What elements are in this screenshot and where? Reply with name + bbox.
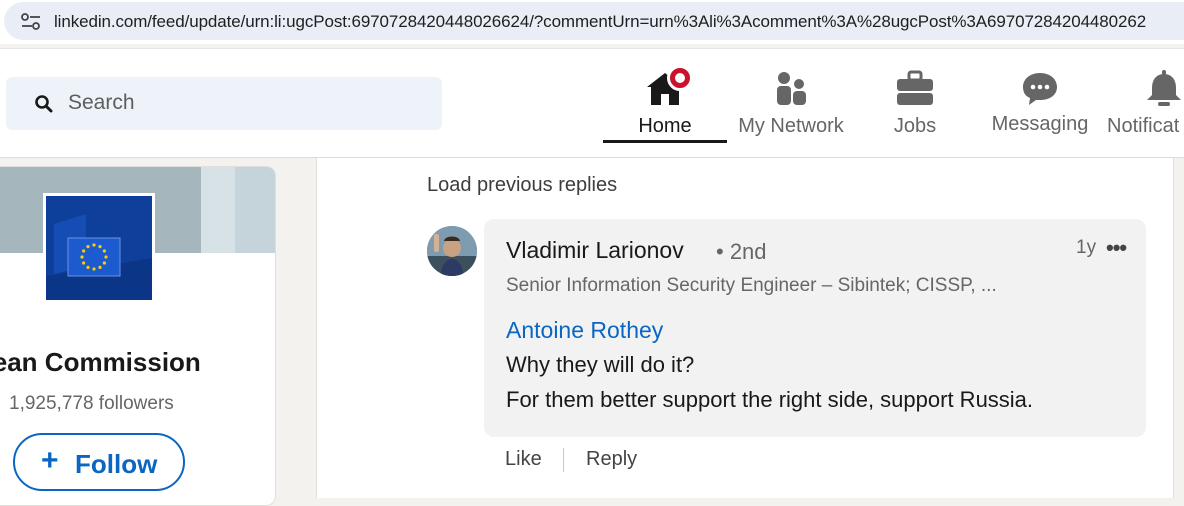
eu-star	[102, 249, 106, 253]
nav-jobs-label: Jobs	[893, 115, 937, 137]
comment-author[interactable]: Vladimir Larionov	[506, 237, 684, 264]
reply-button[interactable]: Reply	[586, 448, 637, 471]
eu-star	[80, 255, 84, 259]
bell-icon	[1147, 70, 1181, 106]
eu-star	[92, 243, 96, 247]
eu-star	[82, 261, 86, 265]
url-text[interactable]: linkedin.com/feed/update/urn:li:ugcPost:…	[54, 12, 1146, 32]
eu-star	[86, 265, 90, 269]
notification-badge	[667, 65, 693, 91]
connection-degree: • 2nd	[716, 239, 767, 264]
search-input[interactable]: Search	[6, 77, 442, 130]
eu-flag-icon	[46, 196, 152, 300]
like-button[interactable]: Like	[505, 448, 542, 471]
site-info-icon[interactable]	[20, 13, 42, 31]
nav-home[interactable]: Home	[603, 65, 727, 159]
comment-timestamp: 1y	[1076, 237, 1097, 258]
browser-url-bar: linkedin.com/feed/update/urn:li:ugcPost:…	[0, 0, 1184, 44]
search-placeholder: Search	[68, 91, 135, 114]
follow-button[interactable]: + Follow	[13, 433, 185, 491]
eu-star	[82, 249, 86, 253]
comment-bubble: Vladimir Larionov • 2nd 1y ••• Senior In…	[484, 219, 1146, 437]
organization-name[interactable]: opean Commission	[0, 347, 201, 378]
eu-star	[98, 265, 102, 269]
comments-section: Load previous replies Vladimir Larionov …	[316, 158, 1174, 498]
more-options-icon[interactable]: •••	[1106, 235, 1127, 261]
comment-text-line-2: For them better support the right side, …	[506, 387, 1034, 412]
nav-notifications-label: Notificat	[1107, 115, 1180, 137]
organization-card: opean Commission 1,925,778 followers + F…	[0, 166, 276, 506]
nav-my-network[interactable]: My Network	[730, 67, 852, 159]
messaging-icon	[1023, 73, 1057, 105]
organization-logo[interactable]	[43, 193, 155, 303]
nav-home-label: Home	[638, 115, 692, 137]
nav-messaging-label: Messaging	[991, 113, 1089, 135]
avatar[interactable]	[427, 226, 477, 276]
eu-star	[98, 245, 102, 249]
action-divider	[563, 448, 564, 472]
briefcase-icon	[897, 70, 933, 105]
eu-star	[92, 267, 96, 271]
eu-star	[104, 255, 108, 259]
top-nav-bar: Search Home My Network Jobs Messaging No…	[0, 48, 1184, 158]
plus-icon: +	[41, 444, 59, 477]
follow-button-label: Follow	[75, 449, 158, 479]
mentioned-user-link[interactable]: Antoine Rothey	[506, 317, 663, 344]
nav-my-network-label: My Network	[738, 115, 844, 137]
nav-notifications[interactable]: Notificat	[1104, 67, 1184, 159]
author-headline: Senior Information Security Engineer – S…	[506, 275, 997, 296]
network-icon	[777, 72, 806, 105]
eu-star	[86, 245, 90, 249]
eu-star	[102, 261, 106, 265]
nav-jobs[interactable]: Jobs	[870, 67, 960, 159]
nav-messaging[interactable]: Messaging	[985, 67, 1095, 159]
active-tab-indicator	[603, 140, 727, 143]
address-bar[interactable]: linkedin.com/feed/update/urn:li:ugcPost:…	[4, 2, 1184, 40]
followers-count: 1,925,778 followers	[9, 393, 174, 414]
search-icon	[35, 95, 53, 113]
comment-text-line-1: Why they will do it?	[506, 352, 695, 377]
load-previous-replies-button[interactable]: Load previous replies	[427, 174, 617, 197]
